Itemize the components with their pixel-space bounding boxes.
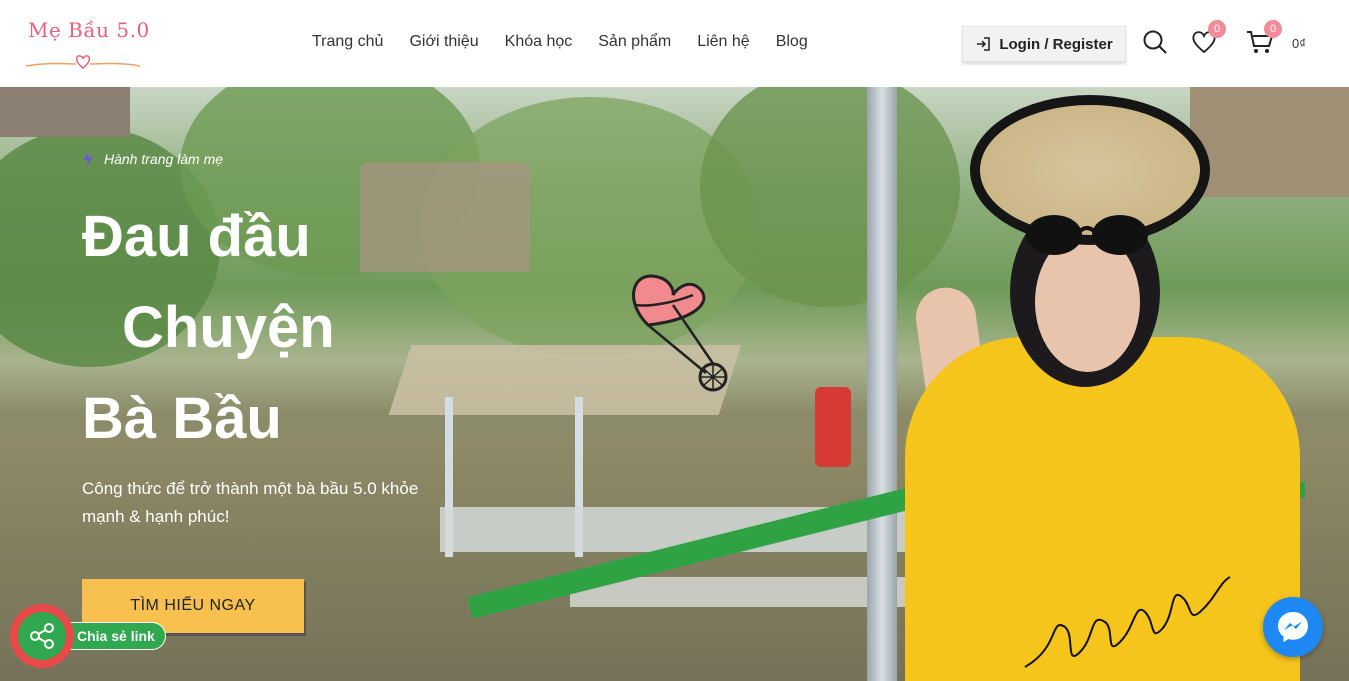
login-register-label: Login / Register [999,35,1113,53]
hero-title: Đau đầu Chuyện Bà Bầu [82,191,442,464]
search-icon [1143,30,1167,54]
hero-banner: Hành trang làm mẹ Đau đầu Chuyện Bà Bầu … [0,87,1349,681]
search-button[interactable] [1141,28,1169,56]
nav-item-san-pham[interactable]: Sản phẩm [598,33,671,51]
lightning-icon [83,151,93,167]
messenger-icon [1278,612,1308,642]
hero-title-line-2: Chuyện [122,295,335,360]
decorative-scribble-icon [1024,576,1231,668]
nav-item-trang-chu[interactable]: Trang chủ [312,33,383,51]
messenger-chat-button[interactable] [1263,597,1323,657]
nav-item-khoa-hoc[interactable]: Khóa học [505,33,573,51]
nav-item-blog[interactable]: Blog [776,33,808,51]
hero-eyebrow: Hành trang làm mẹ [104,151,224,167]
main-nav: Trang chủ Giới thiệu Khóa học Sản phẩm L… [312,33,834,51]
share-link-widget[interactable]: Chia sẻ link [10,604,170,668]
wishlist-count-badge: 0 [1208,20,1226,38]
cart-count-badge: 0 [1264,20,1282,38]
cart-total: 0₫ [1292,36,1306,51]
wishlist-button[interactable]: 0 [1190,20,1226,56]
nav-item-gioi-thieu[interactable]: Giới thiệu [409,33,478,51]
login-icon [977,37,991,51]
share-button[interactable] [10,604,74,668]
hero-title-line-1: Đau đầu [82,204,311,269]
heart-balloon-icon [632,274,728,392]
sunglasses-icon [1026,215,1148,255]
background-hut-roof [0,87,130,137]
nav-item-lien-he[interactable]: Liên hệ [697,33,750,51]
share-link-label: Chia sẻ link [68,622,166,650]
share-button-inner [18,612,66,660]
site-header: Mẹ Bầu 5.0 Trang chủ Giới thiệu Khóa học… [0,0,1349,87]
logo-heart-underline-icon [25,55,141,69]
background-person [815,387,851,467]
metal-pole [867,87,897,681]
share-icon [30,623,54,649]
login-register-button[interactable]: Login / Register [962,26,1126,62]
background-hut-roof [1190,87,1349,197]
logo-text: Mẹ Bầu 5.0 [28,18,150,42]
site-logo[interactable]: Mẹ Bầu 5.0 [24,12,149,74]
hero-subtitle: Công thức để trở thành một bà bầu 5.0 kh… [82,479,419,526]
hero-title-line-3: Bà Bầu [82,386,282,451]
cart-button[interactable]: 0 [1246,20,1282,56]
